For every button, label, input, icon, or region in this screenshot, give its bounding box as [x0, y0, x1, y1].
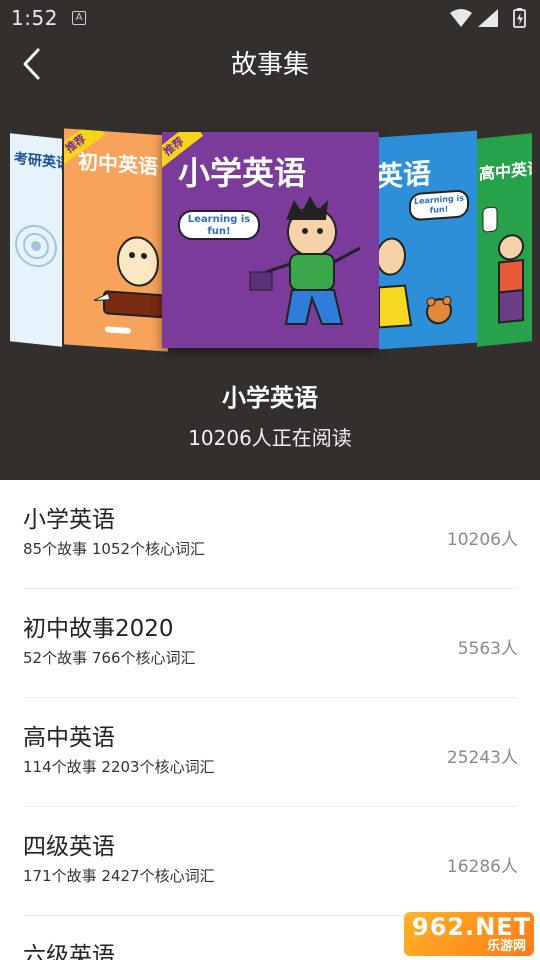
swirl-art	[15, 224, 57, 268]
book-carousel[interactable]: 考研英语 推荐 初中英语 推荐 小学英语 Learning is fun! 英语…	[0, 128, 540, 354]
status-icons	[450, 8, 526, 28]
wifi-icon	[450, 9, 472, 27]
girl-illustration	[379, 237, 452, 329]
list-item[interactable]: 高中英语 114个故事 2203个核心词汇 25243人	[0, 698, 540, 807]
list-item-name: 初中故事2020	[23, 616, 174, 642]
list-item[interactable]: 初中故事2020 52个故事 766个核心词汇 5563人	[0, 589, 540, 698]
list-item-count: 10206人	[446, 530, 518, 550]
list-item-name: 四级英语	[23, 834, 115, 860]
list-item[interactable]: 四级英语 171个故事 2427个核心词汇 16286人	[0, 807, 540, 916]
site-watermark: 962.NET 乐游网	[404, 912, 534, 956]
book-cover-junior[interactable]: 推荐 初中英语	[64, 128, 168, 352]
battery-icon	[513, 8, 526, 28]
book-cover-kaoyan[interactable]: 考研英语	[10, 133, 62, 347]
signal-icon	[478, 9, 498, 27]
book-cover-senior[interactable]: 高中英语	[477, 133, 532, 347]
status-time: 1:52	[11, 6, 58, 30]
list-item-count: 16286人	[446, 857, 518, 877]
list-item-count: 25243人	[446, 748, 518, 768]
page-title: 故事集	[230, 50, 309, 80]
list-item-meta: 171个故事 2427个核心词汇	[23, 867, 215, 885]
list-item-count: 5563人	[457, 639, 518, 659]
book-cover-primary[interactable]: 推荐 小学英语 Learning is fun!	[162, 132, 379, 348]
notification-icon: A	[72, 11, 86, 25]
dog-illustration	[93, 236, 165, 334]
status-bar: 1:52 A	[0, 0, 540, 36]
list-item-name: 六级英语	[23, 943, 115, 960]
boy-illustration	[249, 196, 361, 325]
list-item-name: 高中英语	[23, 725, 115, 751]
list-item[interactable]: 小学英语 85个故事 1052个核心词汇 10206人	[0, 480, 540, 589]
list-item-meta: 114个故事 2203个核心词汇	[23, 758, 215, 776]
watermark-site-name: 乐游网	[486, 939, 526, 954]
list-item-meta: 85个故事 1052个核心词汇	[23, 540, 206, 558]
featured-readers: 10206人正在阅读	[188, 426, 352, 450]
list-item-name: 小学英语	[23, 507, 115, 533]
header: 1:52 A 故事集 考研英语 推荐 初中英语 推荐 小学英语 Learning…	[0, 0, 540, 480]
book-cover-english[interactable]: 英语 Learning is fun!	[379, 130, 477, 350]
kid-illustration	[482, 206, 524, 324]
featured-book-title: 小学英语	[222, 384, 318, 412]
list-item-meta: 52个故事 766个核心词汇	[23, 649, 196, 667]
